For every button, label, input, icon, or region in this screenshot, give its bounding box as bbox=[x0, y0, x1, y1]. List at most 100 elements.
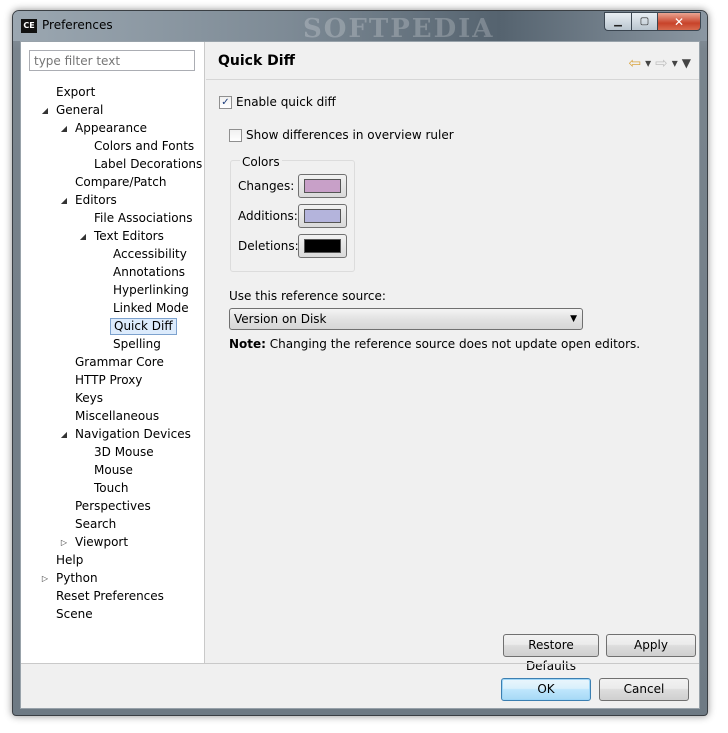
changes-label: Changes: bbox=[238, 179, 295, 193]
forward-arrow-icon[interactable]: ⇨ bbox=[655, 54, 668, 72]
tree-item[interactable]: ◢ General bbox=[21, 102, 205, 120]
filter-input[interactable] bbox=[29, 50, 195, 71]
tree-item[interactable]: ▷ Python bbox=[21, 570, 205, 588]
collapsed-arrow-icon[interactable]: ▷ bbox=[59, 534, 69, 552]
reference-source-select[interactable]: Version on Disk ▼ bbox=[229, 308, 583, 330]
tree-item-label: Annotations bbox=[113, 265, 186, 279]
tree-item-label: Perspectives bbox=[75, 499, 151, 513]
note-text: Note: Changing the reference source does… bbox=[229, 337, 640, 351]
tree-item-label: General bbox=[56, 103, 104, 117]
tree-item-label: Viewport bbox=[75, 535, 129, 549]
collapsed-arrow-icon[interactable]: ▷ bbox=[40, 570, 50, 588]
forward-menu-icon[interactable]: ▾ bbox=[672, 56, 678, 70]
colors-legend: Colors bbox=[240, 155, 282, 169]
tree-item[interactable]: Export bbox=[21, 84, 205, 102]
enable-quick-diff-row[interactable]: ✓ Enable quick diff bbox=[219, 95, 336, 109]
tree-item[interactable]: Perspectives bbox=[21, 498, 205, 516]
additions-color-button[interactable] bbox=[298, 204, 347, 228]
maximize-button[interactable]: ▢ bbox=[631, 12, 657, 31]
show-overview-checkbox[interactable] bbox=[229, 128, 242, 142]
tree-item[interactable]: Mouse bbox=[21, 462, 205, 480]
tree-item-label: Export bbox=[56, 85, 96, 99]
colors-group: Colors Changes: Additions: Deletions: bbox=[230, 155, 355, 272]
deletions-color-button[interactable] bbox=[298, 234, 347, 258]
tree-item[interactable]: 3D Mouse bbox=[21, 444, 205, 462]
tree-item[interactable]: Annotations bbox=[21, 264, 205, 282]
enable-quick-diff-checkbox[interactable]: ✓ bbox=[219, 95, 232, 109]
tree-item-label: Mouse bbox=[94, 463, 133, 477]
additions-color-swatch bbox=[304, 209, 341, 223]
tree-item-label: Keys bbox=[75, 391, 104, 405]
tree-item[interactable]: ▷ Viewport bbox=[21, 534, 205, 552]
window-title: Preferences bbox=[42, 18, 113, 32]
preference-tree: Export ◢ General ◢ Appearance Colors and Font… bbox=[21, 84, 205, 624]
tree-item[interactable]: Hyperlinking bbox=[21, 282, 205, 300]
dropdown-arrow-icon: ▼ bbox=[570, 314, 577, 324]
expanded-arrow-icon[interactable]: ◢ bbox=[40, 102, 50, 120]
tree-item-label: Label Decorations bbox=[94, 157, 203, 171]
tree-item-label: Editors bbox=[75, 193, 117, 207]
changes-color-button[interactable] bbox=[298, 174, 347, 198]
close-button[interactable]: ✕ bbox=[657, 12, 701, 31]
changes-color-swatch bbox=[304, 179, 341, 193]
watermark: SOFTPEDIA bbox=[303, 14, 495, 44]
tree-item[interactable]: File Associations bbox=[21, 210, 205, 228]
show-overview-label: Show differences in overview ruler bbox=[246, 128, 454, 142]
tree-item-label: Compare/Patch bbox=[75, 175, 167, 189]
expanded-arrow-icon[interactable]: ◢ bbox=[59, 426, 69, 444]
ok-button[interactable]: OK bbox=[501, 678, 591, 701]
tree-item[interactable]: Scene bbox=[21, 606, 205, 624]
expanded-arrow-icon[interactable]: ◢ bbox=[59, 192, 69, 210]
apply-button[interactable]: Apply bbox=[606, 634, 696, 657]
deletions-label: Deletions: bbox=[238, 239, 299, 253]
tree-item[interactable]: Help bbox=[21, 552, 205, 570]
back-arrow-icon[interactable]: ⇦ bbox=[629, 54, 642, 72]
tree-item-label: Scene bbox=[56, 607, 93, 621]
minimize-icon: ▁ bbox=[614, 16, 622, 27]
deletions-color-swatch bbox=[304, 239, 341, 253]
tree-item[interactable]: Quick Diff bbox=[21, 318, 205, 336]
button-bar-separator bbox=[21, 663, 699, 664]
tree-item[interactable]: ◢ Navigation Devices bbox=[21, 426, 205, 444]
tree-item[interactable]: Keys bbox=[21, 390, 205, 408]
tree-item[interactable]: ◢ Appearance bbox=[21, 120, 205, 138]
tree-item[interactable]: Linked Mode bbox=[21, 300, 205, 318]
changes-row: Changes: bbox=[238, 174, 347, 198]
view-menu-icon[interactable]: ▼ bbox=[682, 56, 691, 70]
tree-item-label: HTTP Proxy bbox=[75, 373, 143, 387]
note-body: Changing the reference source does not u… bbox=[265, 337, 641, 351]
restore-defaults-button[interactable]: Restore Defaults bbox=[503, 634, 599, 673]
tree-item[interactable]: Compare/Patch bbox=[21, 174, 205, 192]
tree-item-label: 3D Mouse bbox=[94, 445, 154, 459]
tree-item-label: Linked Mode bbox=[113, 301, 189, 315]
cancel-button[interactable]: Cancel bbox=[599, 678, 689, 701]
expanded-arrow-icon[interactable]: ◢ bbox=[59, 120, 69, 138]
tree-item[interactable]: Colors and Fonts bbox=[21, 138, 205, 156]
tree-item-label: Grammar Core bbox=[75, 355, 164, 369]
window-controls: ▁ ▢ ✕ bbox=[604, 12, 701, 31]
tree-item[interactable]: ◢ Editors bbox=[21, 192, 205, 210]
tree-item[interactable]: Touch bbox=[21, 480, 205, 498]
tree-item-label: Python bbox=[56, 571, 98, 585]
title-bar[interactable]: CE Preferences SOFTPEDIA ▁ ▢ ✕ bbox=[13, 11, 707, 44]
enable-quick-diff-label: Enable quick diff bbox=[236, 95, 336, 109]
show-overview-row[interactable]: Show differences in overview ruler bbox=[229, 128, 454, 142]
tree-item[interactable]: Miscellaneous bbox=[21, 408, 205, 426]
minimize-button[interactable]: ▁ bbox=[604, 12, 631, 31]
tree-item[interactable]: Accessibility bbox=[21, 246, 205, 264]
page-title: Quick Diff bbox=[218, 53, 295, 69]
tree-item[interactable]: HTTP Proxy bbox=[21, 372, 205, 390]
reference-source-label: Use this reference source: bbox=[229, 289, 386, 303]
tree-item[interactable]: Reset Preferences bbox=[21, 588, 205, 606]
tree-item-label: Reset Preferences bbox=[56, 589, 164, 603]
tree-item[interactable]: Search bbox=[21, 516, 205, 534]
tree-item-label: Accessibility bbox=[113, 247, 187, 261]
page-nav-toolbar: ⇦ ▾ ⇨ ▾ ▼ bbox=[629, 54, 691, 72]
back-menu-icon[interactable]: ▾ bbox=[645, 56, 651, 70]
tree-item[interactable]: Grammar Core bbox=[21, 354, 205, 372]
tree-item[interactable]: ◢ Text Editors bbox=[21, 228, 205, 246]
tree-item[interactable]: Label Decorations bbox=[21, 156, 205, 174]
tree-item[interactable]: Spelling bbox=[21, 336, 205, 354]
expanded-arrow-icon[interactable]: ◢ bbox=[78, 228, 88, 246]
additions-row: Additions: bbox=[238, 204, 347, 228]
